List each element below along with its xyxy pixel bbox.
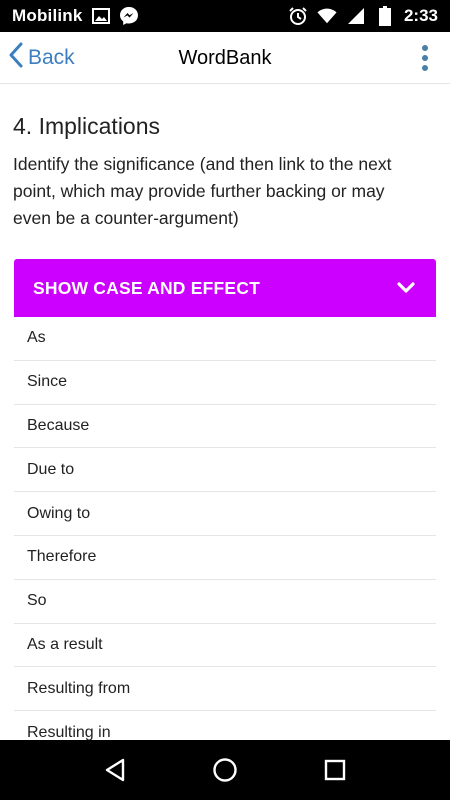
back-button[interactable]: Back bbox=[8, 38, 75, 78]
wifi-icon bbox=[317, 6, 337, 26]
chevron-left-icon bbox=[8, 42, 24, 74]
accordion-case-and-effect: SHOW CASE AND EFFECT As Since Because Due t… bbox=[14, 259, 436, 740]
list-item[interactable]: So bbox=[14, 579, 436, 624]
battery-icon bbox=[375, 6, 395, 26]
carrier-name: Mobilink bbox=[12, 6, 83, 25]
more-menu-button[interactable] bbox=[414, 40, 436, 76]
status-right: 2:33 bbox=[288, 6, 438, 26]
list-item[interactable]: Resulting in bbox=[14, 711, 436, 740]
accordion-label: SHOW CASE AND EFFECT bbox=[33, 277, 260, 298]
status-bar: Mobilink 2:33 bbox=[0, 0, 450, 32]
alarm-icon bbox=[288, 6, 308, 26]
list-item[interactable]: Due to bbox=[14, 448, 436, 493]
status-left: Mobilink bbox=[12, 6, 139, 26]
section-title: 4. Implications bbox=[13, 113, 161, 139]
more-vert-icon-dot bbox=[422, 45, 428, 51]
status-clock: 2:33 bbox=[403, 6, 438, 25]
list-item[interactable]: Because bbox=[14, 404, 436, 449]
recents-square-icon[interactable] bbox=[313, 748, 357, 792]
home-circle-icon[interactable] bbox=[203, 748, 247, 792]
more-vert-icon-dot bbox=[422, 65, 428, 71]
section-description: Identify the significance (and then link… bbox=[13, 154, 392, 228]
app-header: WordBank Back bbox=[0, 32, 450, 84]
messenger-icon bbox=[119, 6, 139, 26]
back-triangle-icon[interactable] bbox=[93, 748, 137, 792]
accordion-toggle-button[interactable]: SHOW CASE AND EFFECT bbox=[14, 259, 436, 317]
list-item[interactable]: Therefore bbox=[14, 535, 436, 580]
list-item[interactable]: As a result bbox=[14, 623, 436, 668]
list-item[interactable]: Owing to bbox=[14, 492, 436, 536]
more-vert-icon-dot bbox=[422, 55, 428, 61]
list-item[interactable]: Since bbox=[14, 360, 436, 405]
list-item[interactable]: Resulting from bbox=[14, 667, 436, 712]
word-list: As Since Because Due to Owing to Therefore So A… bbox=[14, 317, 436, 740]
list-item[interactable]: As bbox=[14, 317, 436, 361]
signal-icon bbox=[346, 6, 366, 26]
main-content[interactable]: 4. Implications Identify the significanc… bbox=[0, 85, 450, 740]
system-nav-bar bbox=[0, 740, 450, 800]
gallery-icon bbox=[91, 6, 111, 26]
chevron-down-icon bbox=[396, 278, 416, 298]
back-label: Back bbox=[28, 46, 75, 69]
